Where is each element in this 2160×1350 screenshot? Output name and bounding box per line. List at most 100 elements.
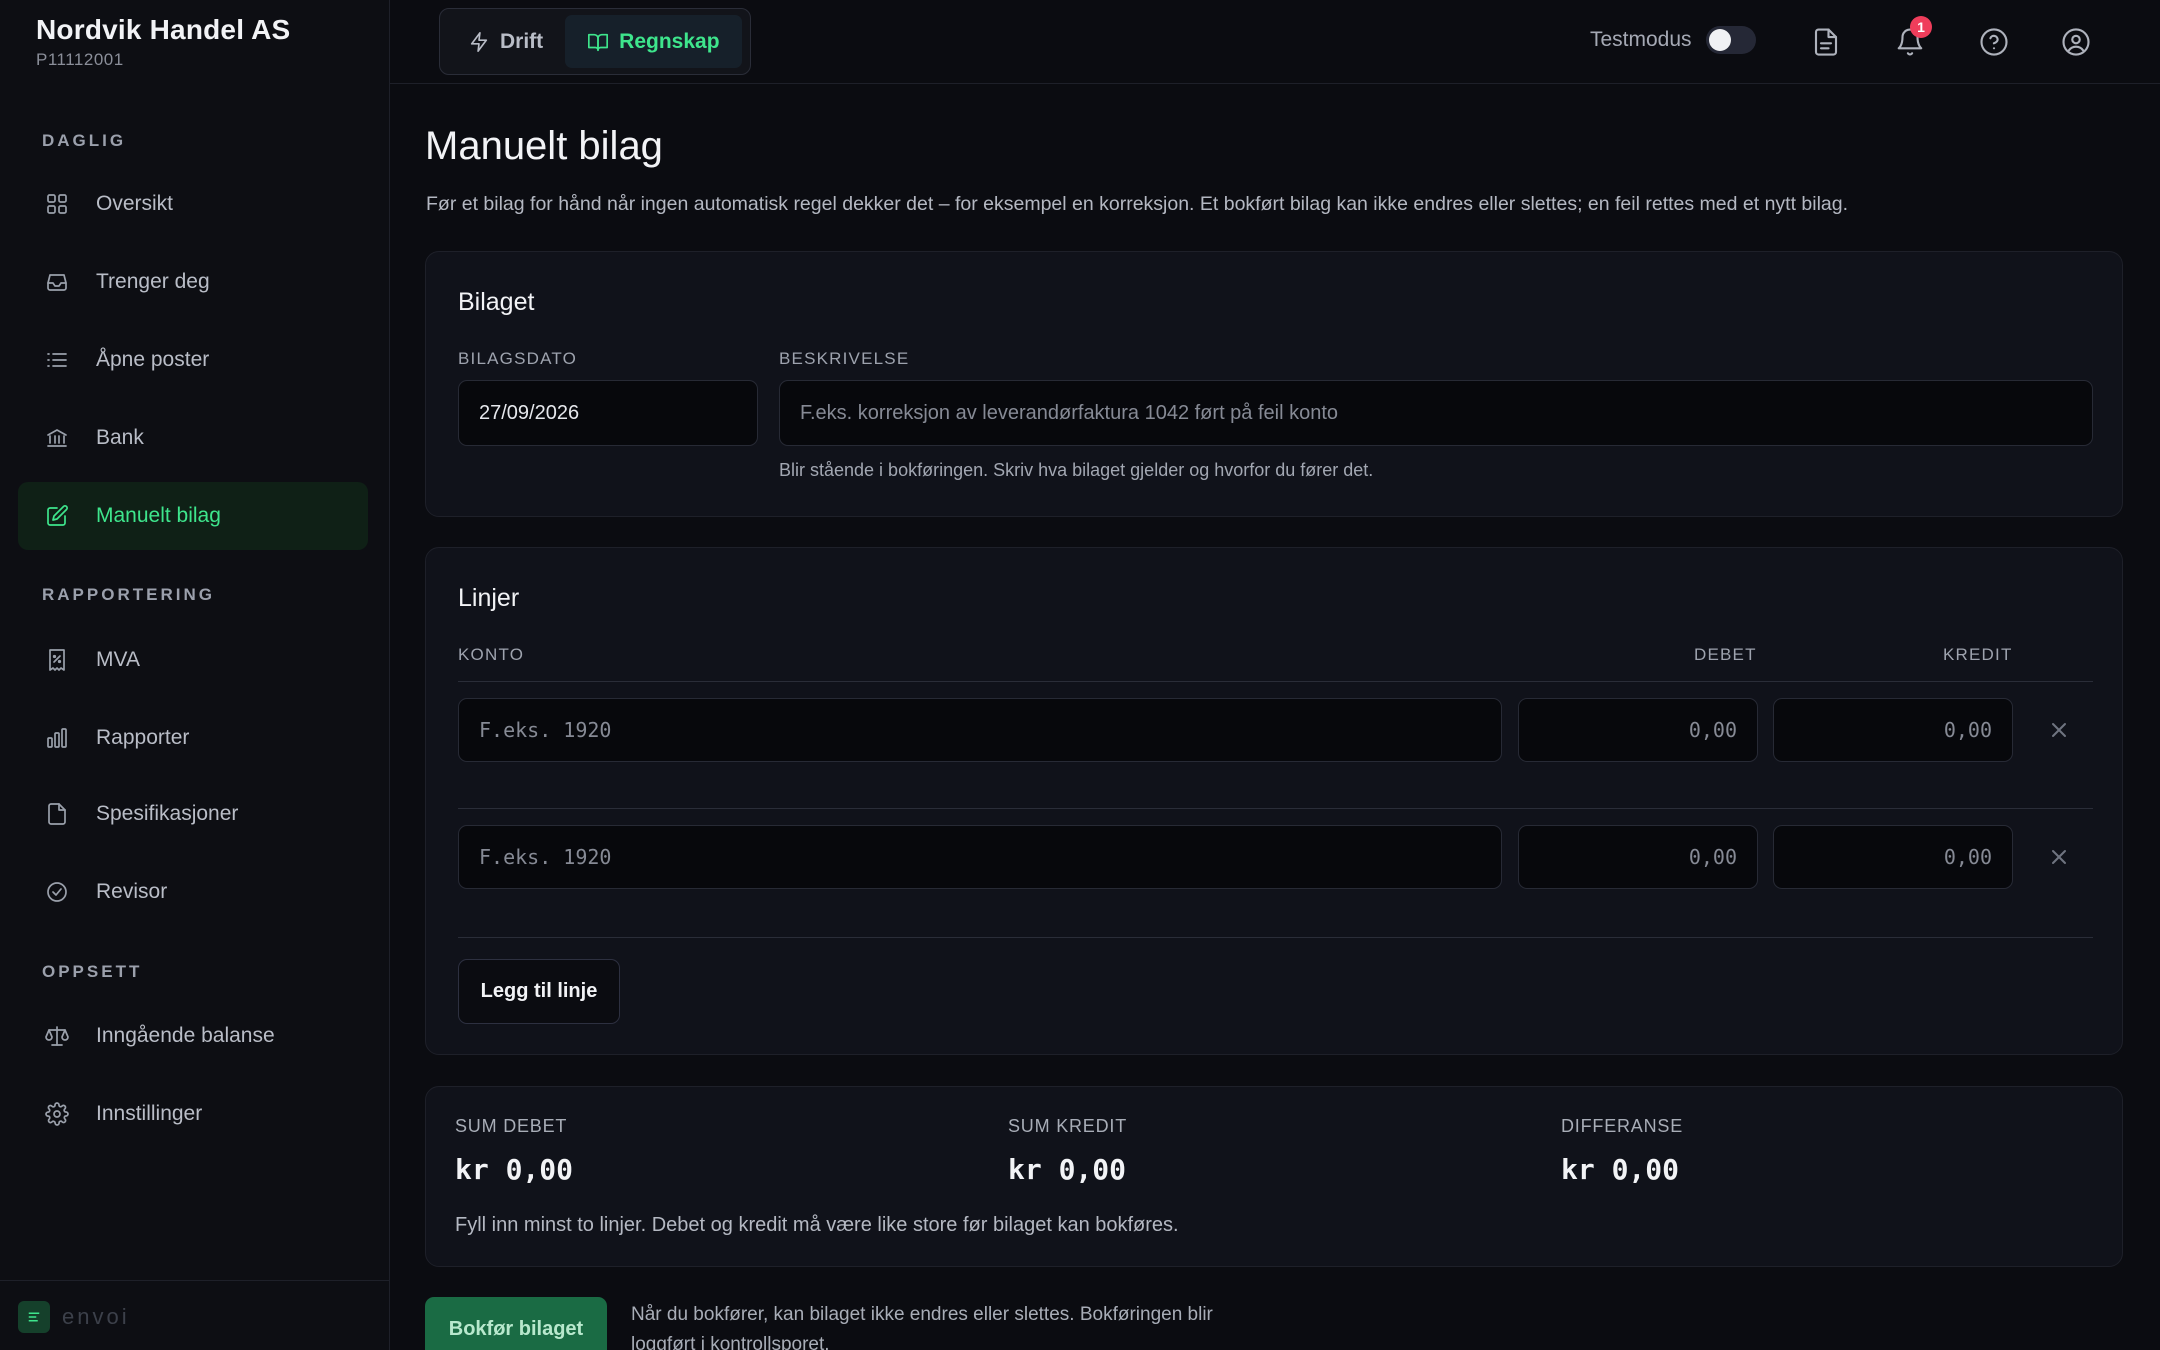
bolt-icon [470, 31, 488, 52]
sidebar-item-label: Bank [96, 426, 144, 449]
user-icon[interactable] [2058, 24, 2094, 60]
debet-input[interactable]: 0,00 [1518, 698, 1758, 762]
sum-debet-value: kr 0,00 [455, 1153, 574, 1186]
bank-icon [42, 423, 72, 453]
gear-icon [42, 1099, 72, 1129]
section-rapportering: RAPPORTERING [42, 585, 215, 604]
card-title: Linjer [458, 584, 520, 612]
sidebar-item-mva[interactable]: MVA [18, 626, 368, 694]
kredit-input[interactable]: 0,00 [1773, 698, 2013, 762]
remove-line-icon[interactable] [2044, 715, 2074, 745]
header-divider [458, 681, 2093, 682]
sidebar-item-revisor[interactable]: Revisor [18, 858, 368, 926]
debet-input[interactable]: 0,00 [1518, 825, 1758, 889]
konto-placeholder: F.eks. 1920 [479, 718, 612, 742]
linjer-card: Linjer KONTO DEBET KREDIT F.eks. 1920 0,… [425, 547, 2123, 1055]
konto-placeholder: F.eks. 1920 [479, 845, 612, 869]
menu-icon [18, 1301, 50, 1333]
testmodus-label: Testmodus [1590, 28, 1692, 51]
tab-drift[interactable]: Drift [446, 15, 565, 68]
sidebar-item-label: Oversikt [96, 192, 174, 215]
sidebar-item-label: Åpne poster [96, 348, 210, 371]
bell-icon[interactable]: 1 [1892, 16, 1932, 60]
sum-debet-label: SUM DEBET [455, 1116, 568, 1136]
tab-label: Regnskap [619, 29, 720, 53]
sidebar-item-label: Trenger deg [96, 270, 210, 293]
receipt-percent-icon [42, 645, 72, 675]
beskrivelse-placeholder: F.eks. korreksjon av leverandørfaktura 1… [800, 401, 1339, 424]
document-icon[interactable] [1808, 24, 1844, 60]
inbox-icon [42, 267, 72, 297]
beskrivelse-label: BESKRIVELSE [779, 349, 910, 368]
bilaget-card: Bilaget BILAGSDATO 27/09/2026 BESKRIVELS… [425, 251, 2123, 517]
add-line-button[interactable]: Legg til linje [458, 959, 620, 1024]
sidebar-item-rapporter[interactable]: Rapporter [18, 704, 368, 772]
konto-input[interactable]: F.eks. 1920 [458, 698, 1502, 762]
sidebar-item-innstillinger[interactable]: Innstillinger [18, 1080, 368, 1148]
company-id: P11112001 [36, 50, 124, 69]
edit-icon [42, 501, 72, 531]
sidebar-item-bank[interactable]: Bank [18, 404, 368, 472]
col-debet: DEBET [1694, 645, 1757, 664]
beskrivelse-hint: Blir stående i bokføringen. Skriv hva bi… [779, 460, 1374, 480]
bar-chart-icon [42, 723, 72, 753]
notification-badge: 1 [1910, 16, 1932, 38]
kredit-placeholder: 0,00 [1943, 718, 1992, 742]
sidebar-item-label: Revisor [96, 880, 168, 903]
sidebar-item-label: Manuelt bilag [96, 504, 221, 527]
section-oppsett: OPPSETT [42, 962, 143, 981]
check-circle-icon [42, 877, 72, 907]
sidebar-item-inngaende-balanse[interactable]: Inngående balanse [18, 1002, 368, 1070]
sidebar-item-label: Innstillinger [96, 1102, 203, 1125]
debet-placeholder: 0,00 [1688, 718, 1737, 742]
bokfor-button[interactable]: Bokfør bilaget [425, 1297, 607, 1350]
testmodus-control: Testmodus [1590, 26, 1756, 54]
sidebar-item-label: MVA [96, 648, 140, 671]
remove-line-icon[interactable] [2044, 842, 2074, 872]
sidebar-item-label: Inngående balanse [96, 1024, 275, 1047]
help-icon[interactable] [1976, 24, 2012, 60]
sidebar-item-trenger-deg[interactable]: Trenger deg [18, 248, 368, 316]
col-konto: KONTO [458, 645, 525, 664]
col-kredit: KREDIT [1943, 645, 2013, 664]
row-divider [458, 937, 2093, 938]
testmodus-toggle[interactable] [1705, 26, 1756, 54]
kredit-placeholder: 0,00 [1943, 845, 1992, 869]
kredit-input[interactable]: 0,00 [1773, 825, 2013, 889]
sidebar-item-manuelt-bilag[interactable]: Manuelt bilag [18, 482, 368, 550]
bilagsdato-label: BILAGSDATO [458, 349, 578, 368]
sidebar-item-label: Spesifikasjoner [96, 802, 239, 825]
sidebar-footer: envoi [0, 1280, 390, 1350]
differanse-label: DIFFERANSE [1561, 1116, 1684, 1136]
sidebar-item-label: Rapporter [96, 726, 190, 749]
module-switcher: Drift Regnskap [439, 8, 751, 75]
topbar: Drift Regnskap Testmodus 1 [390, 0, 2160, 84]
tab-regnskap[interactable]: Regnskap [565, 15, 742, 68]
sum-kredit-value: kr 0,00 [1008, 1153, 1127, 1186]
company-brand[interactable]: Nordvik Handel AS P11112001 [36, 14, 290, 70]
differanse-value: kr 0,00 [1561, 1153, 1680, 1186]
sidebar: Nordvik Handel AS P11112001 DAGLIG Overs… [0, 0, 390, 1350]
konto-input[interactable]: F.eks. 1920 [458, 825, 1502, 889]
footer-logo-text: envoi [62, 1304, 130, 1329]
page-description: Før et bilag for hånd når ingen automati… [426, 193, 1849, 215]
sidebar-item-spesifikasjoner[interactable]: Spesifikasjoner [18, 780, 368, 848]
beskrivelse-input[interactable]: F.eks. korreksjon av leverandørfaktura 1… [779, 380, 2093, 446]
envoi-logo[interactable]: envoi [18, 1301, 130, 1333]
sum-kredit-label: SUM KREDIT [1008, 1116, 1128, 1136]
sidebar-item-oversikt[interactable]: Oversikt [18, 170, 368, 238]
page-title: Manuelt bilag [425, 124, 663, 168]
bilagsdato-value: 27/09/2026 [479, 401, 580, 424]
bilagsdato-input[interactable]: 27/09/2026 [458, 380, 758, 446]
summary-card: SUM DEBET kr 0,00 SUM KREDIT kr 0,00 DIF… [425, 1086, 2123, 1267]
card-title: Bilaget [458, 288, 535, 316]
bokfor-note: Når du bokfører, kan bilaget ikke endres… [631, 1304, 1213, 1350]
scale-icon [42, 1021, 72, 1051]
list-icon [42, 345, 72, 375]
file-icon [42, 799, 72, 829]
book-icon [588, 33, 609, 51]
grid-icon [42, 189, 72, 219]
sidebar-item-apne-poster[interactable]: Åpne poster [18, 326, 368, 394]
row-divider [458, 808, 2093, 809]
summary-note: Fyll inn minst to linjer. Debet og kredi… [455, 1214, 1179, 1236]
